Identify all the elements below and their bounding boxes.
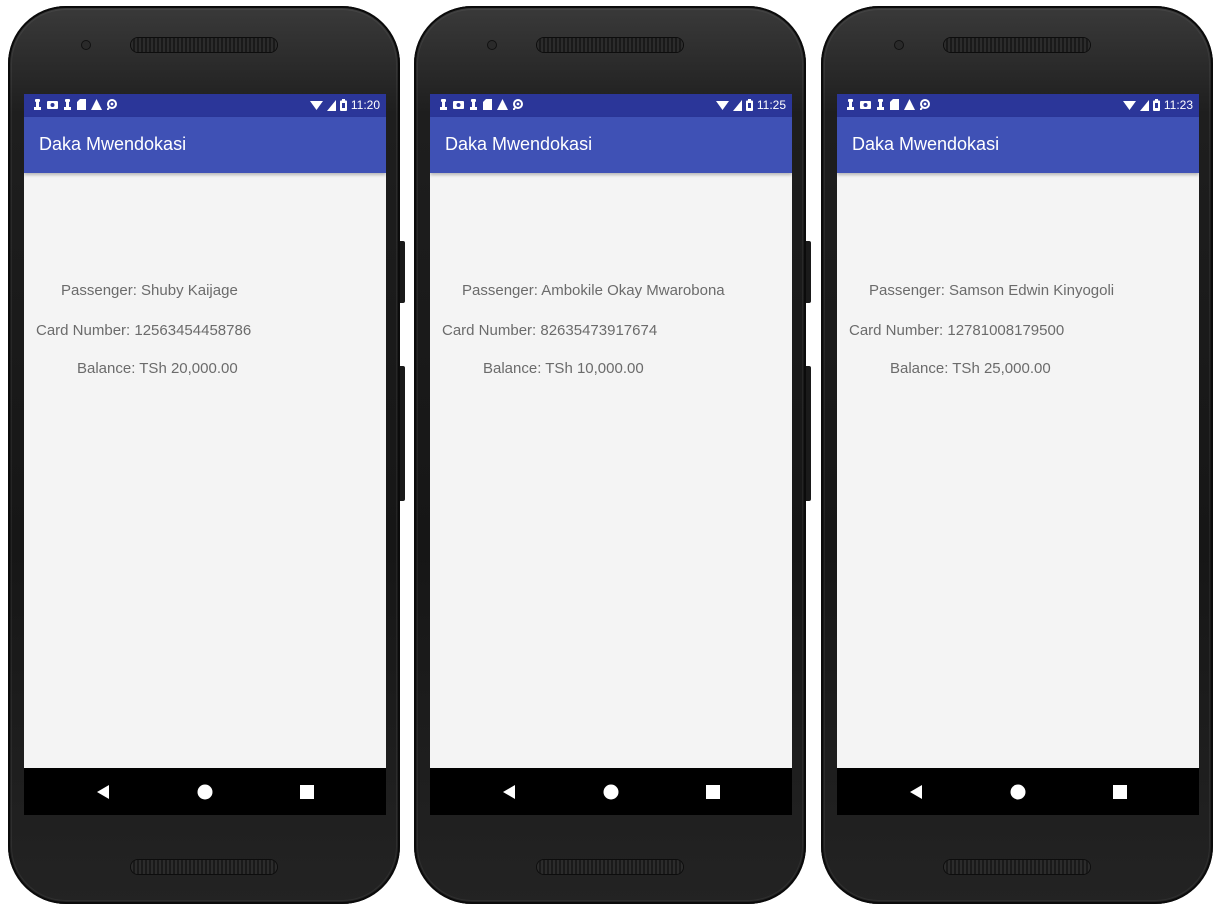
photo-icon — [47, 101, 58, 109]
wifi-icon — [715, 100, 729, 110]
status-time: 11:20 — [350, 98, 380, 112]
status-time: 11:25 — [756, 98, 786, 112]
front-camera — [82, 41, 90, 49]
bottom-speaker — [537, 860, 683, 874]
home-icon[interactable] — [1009, 783, 1027, 801]
front-camera — [895, 41, 903, 49]
location-icon — [920, 99, 930, 110]
photo-icon — [860, 101, 871, 109]
wifi-icon — [1122, 100, 1136, 110]
lock-icon — [440, 99, 447, 110]
recents-icon[interactable] — [704, 783, 722, 801]
status-indicators: 11:23 — [1122, 98, 1193, 112]
lock-icon — [34, 99, 41, 110]
earpiece-speaker — [131, 38, 277, 52]
earpiece-speaker — [537, 38, 683, 52]
battery-icon — [745, 99, 753, 111]
passenger-name: Passenger: Ambokile Okay Mwarobona — [462, 282, 725, 299]
passenger-name: Passenger: Shuby Kaijage — [61, 282, 238, 299]
phone-screen: 11:23 Daka Mwendokasi Passenger: Samson … — [837, 94, 1199, 815]
navigation-bar — [430, 768, 792, 815]
back-icon[interactable] — [94, 783, 112, 801]
card-number: Card Number: 12563454458786 — [36, 322, 252, 339]
recents-icon[interactable] — [1111, 783, 1129, 801]
warning-icon — [904, 99, 915, 110]
volume-button[interactable] — [400, 366, 405, 501]
lock-icon — [470, 99, 477, 110]
status-bar: 11:23 — [837, 94, 1199, 117]
battery-icon — [1152, 99, 1160, 111]
phone-1: 11:20 Daka Mwendokasi Passenger: Shuby K… — [8, 6, 405, 904]
status-bar: 11:20 — [24, 94, 386, 117]
back-icon[interactable] — [500, 783, 518, 801]
status-time: 11:23 — [1163, 98, 1193, 112]
phone-2: 11:25 Daka Mwendokasi Passenger: Ambokil… — [414, 6, 811, 904]
card-number: Card Number: 12781008179500 — [849, 322, 1065, 339]
warning-icon — [91, 99, 102, 110]
back-icon[interactable] — [907, 783, 925, 801]
signal-icon — [326, 99, 336, 111]
navigation-bar — [837, 768, 1199, 815]
volume-button[interactable] — [806, 366, 811, 501]
app-title: Daka Mwendokasi — [445, 134, 593, 154]
status-bar: 11:25 — [430, 94, 792, 117]
app-bar: Daka Mwendokasi — [24, 117, 386, 173]
sd-card-icon — [483, 99, 492, 110]
lock-icon — [64, 99, 71, 110]
home-icon[interactable] — [196, 783, 214, 801]
location-icon — [513, 99, 523, 110]
notification-icons — [33, 99, 118, 110]
recents-icon[interactable] — [298, 783, 316, 801]
front-camera — [488, 41, 496, 49]
notification-icons — [439, 99, 524, 110]
warning-icon — [497, 99, 508, 110]
earpiece-speaker — [944, 38, 1090, 52]
status-indicators: 11:20 — [309, 98, 380, 112]
app-title: Daka Mwendokasi — [852, 134, 1000, 154]
phone-screen: 11:20 Daka Mwendokasi Passenger: Shuby K… — [24, 94, 386, 815]
passenger-name: Passenger: Samson Edwin Kinyogoli — [869, 282, 1115, 299]
lock-icon — [847, 99, 854, 110]
photo-icon — [453, 101, 464, 109]
app-bar: Daka Mwendokasi — [837, 117, 1199, 173]
phone-screen: 11:25 Daka Mwendokasi Passenger: Ambokil… — [430, 94, 792, 815]
battery-icon — [339, 99, 347, 111]
signal-icon — [1139, 99, 1149, 111]
bottom-speaker — [944, 860, 1090, 874]
home-icon[interactable] — [602, 783, 620, 801]
app-title: Daka Mwendokasi — [39, 134, 187, 154]
balance: Balance: TSh 20,000.00 — [77, 360, 238, 377]
notification-icons — [846, 99, 931, 110]
app-bar: Daka Mwendokasi — [430, 117, 792, 173]
phone-3: 11:23 Daka Mwendokasi Passenger: Samson … — [821, 6, 1213, 904]
balance: Balance: TSh 25,000.00 — [890, 360, 1051, 377]
screenshot-collage: 11:20 Daka Mwendokasi Passenger: Shuby K… — [0, 0, 1215, 906]
bottom-speaker — [131, 860, 277, 874]
sd-card-icon — [77, 99, 86, 110]
power-button[interactable] — [806, 241, 811, 303]
balance: Balance: TSh 10,000.00 — [483, 360, 644, 377]
power-button[interactable] — [400, 241, 405, 303]
card-number: Card Number: 82635473917674 — [442, 322, 658, 339]
sd-card-icon — [890, 99, 899, 110]
location-icon — [107, 99, 117, 110]
navigation-bar — [24, 768, 386, 815]
wifi-icon — [309, 100, 323, 110]
lock-icon — [877, 99, 884, 110]
signal-icon — [732, 99, 742, 111]
status-indicators: 11:25 — [715, 98, 786, 112]
